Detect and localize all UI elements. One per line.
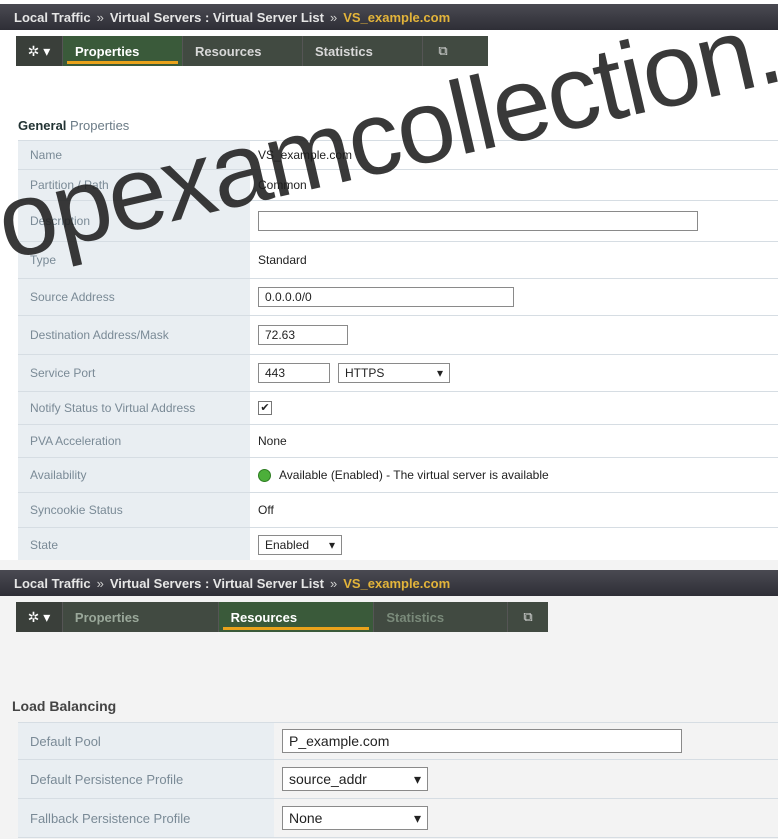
chevron-down-icon: ▾ [413, 770, 421, 787]
tab-properties[interactable]: Properties [63, 36, 183, 66]
general-properties-table: Name VS_example.com Partition / Path Com… [18, 140, 778, 563]
value-type: Standard [258, 253, 307, 267]
chevron-down-icon: ▾ [413, 809, 421, 826]
row-source-address: Source Address 0.0.0.0/0 [18, 279, 778, 316]
row-default-pool: Default Pool P_example.com [18, 723, 778, 760]
row-fallback-persistence: Fallback Persistence Profile None ▾ [18, 799, 778, 838]
row-name: Name VS_example.com [18, 141, 778, 170]
state-select[interactable]: Enabled ▾ [258, 535, 342, 555]
gear-icon[interactable]: ✲ ▾ [16, 36, 63, 66]
tab-statistics[interactable]: Statistics [374, 602, 509, 632]
label-type: Type [18, 242, 250, 278]
value-partition: Common [258, 178, 307, 192]
state-select-value: Enabled [265, 538, 310, 552]
default-pool-input[interactable]: P_example.com [282, 729, 682, 753]
destination-input[interactable]: 72.63 [258, 325, 348, 345]
section-title-bold: General [18, 118, 67, 133]
notify-status-checkbox[interactable]: ✔ [258, 401, 272, 415]
breadcrumb-virtual-server-list[interactable]: Virtual Servers : Virtual Server List [110, 576, 324, 591]
tab-resources[interactable]: Resources [218, 602, 375, 632]
label-name: Name [18, 141, 250, 169]
properties-panel: Local Traffic » Virtual Servers : Virtua… [0, 0, 778, 563]
value-syncookie: Off [258, 503, 274, 517]
popout-icon[interactable]: ⧉ [508, 602, 548, 632]
tab-bar: ✲ ▾ Properties Resources Statistics ⧉ [16, 36, 488, 66]
chevron-down-icon: ▾ [328, 538, 335, 552]
value-availability: Available (Enabled) - The virtual server… [279, 468, 549, 482]
label-notify-status: Notify Status to Virtual Address [18, 392, 250, 424]
row-notify-status: Notify Status to Virtual Address ✔ [18, 392, 778, 425]
breadcrumb-local-traffic[interactable]: Local Traffic [14, 576, 91, 591]
row-state: State Enabled ▾ [18, 528, 778, 563]
label-service-port: Service Port [18, 355, 250, 391]
chevron-down-icon: ▾ [436, 366, 443, 380]
label-availability: Availability [18, 458, 250, 492]
default-persistence-value: source_addr [289, 771, 367, 787]
breadcrumb-virtual-server-list[interactable]: Virtual Servers : Virtual Server List [110, 10, 324, 25]
breadcrumb-separator: » [96, 9, 104, 25]
tab-properties[interactable]: Properties [63, 602, 219, 632]
description-input[interactable] [258, 211, 698, 231]
section-title-rest: Properties [70, 118, 130, 133]
status-available-icon [258, 468, 271, 482]
source-address-input[interactable]: 0.0.0.0/0 [258, 287, 514, 307]
tab-bar: ✲ ▾ Properties Resources Statistics ⧉ [16, 602, 548, 632]
load-balancing-table: Default Pool P_example.com Default Persi… [18, 722, 778, 838]
gear-icon[interactable]: ✲ ▾ [16, 602, 63, 632]
breadcrumb-separator: » [329, 9, 338, 25]
value-name: VS_example.com [258, 148, 353, 162]
breadcrumb-current: VS_example.com [343, 575, 451, 591]
value-pva: None [258, 434, 287, 448]
row-default-persistence: Default Persistence Profile source_addr … [18, 760, 778, 799]
popout-icon[interactable]: ⧉ [423, 36, 463, 66]
label-fallback-persistence: Fallback Persistence Profile [18, 799, 274, 837]
breadcrumb-current: VS_example.com [343, 9, 451, 25]
label-default-persistence: Default Persistence Profile [18, 760, 274, 798]
breadcrumb: Local Traffic » Virtual Servers : Virtua… [0, 570, 778, 596]
breadcrumb-separator: » [96, 575, 104, 591]
label-partition: Partition / Path [18, 170, 250, 200]
tab-statistics[interactable]: Statistics [303, 36, 423, 66]
row-pva: PVA Acceleration None [18, 425, 778, 458]
breadcrumb: Local Traffic » Virtual Servers : Virtua… [0, 4, 778, 30]
row-availability: Availability Available (Enabled) - The v… [18, 458, 778, 493]
label-destination: Destination Address/Mask [18, 316, 250, 354]
row-partition: Partition / Path Common [18, 170, 778, 201]
protocol-select-value: HTTPS [345, 366, 385, 380]
row-syncookie: Syncookie Status Off [18, 493, 778, 528]
fallback-persistence-select[interactable]: None ▾ [282, 806, 428, 830]
row-service-port: Service Port 443 HTTPS ▾ [18, 355, 778, 392]
protocol-select[interactable]: HTTPS ▾ [338, 363, 450, 383]
section-title-general: General Properties [0, 118, 129, 133]
section-title-load-balancing: Load Balancing [12, 698, 117, 714]
service-port-input[interactable]: 443 [258, 363, 330, 383]
breadcrumb-local-traffic[interactable]: Local Traffic [14, 10, 91, 25]
breadcrumb-separator: » [329, 575, 338, 591]
fallback-persistence-value: None [289, 810, 323, 826]
row-destination: Destination Address/Mask 72.63 [18, 316, 778, 355]
label-description: Description [18, 201, 250, 241]
row-type: Type Standard [18, 242, 778, 279]
tab-resources[interactable]: Resources [183, 36, 303, 66]
label-source-address: Source Address [18, 279, 250, 315]
default-persistence-select[interactable]: source_addr ▾ [282, 767, 428, 791]
resources-panel: Local Traffic » Virtual Servers : Virtua… [0, 560, 778, 839]
label-state: State [18, 528, 250, 562]
row-description: Description [18, 201, 778, 242]
label-default-pool: Default Pool [18, 723, 274, 759]
label-pva: PVA Acceleration [18, 425, 250, 457]
label-syncookie: Syncookie Status [18, 493, 250, 527]
